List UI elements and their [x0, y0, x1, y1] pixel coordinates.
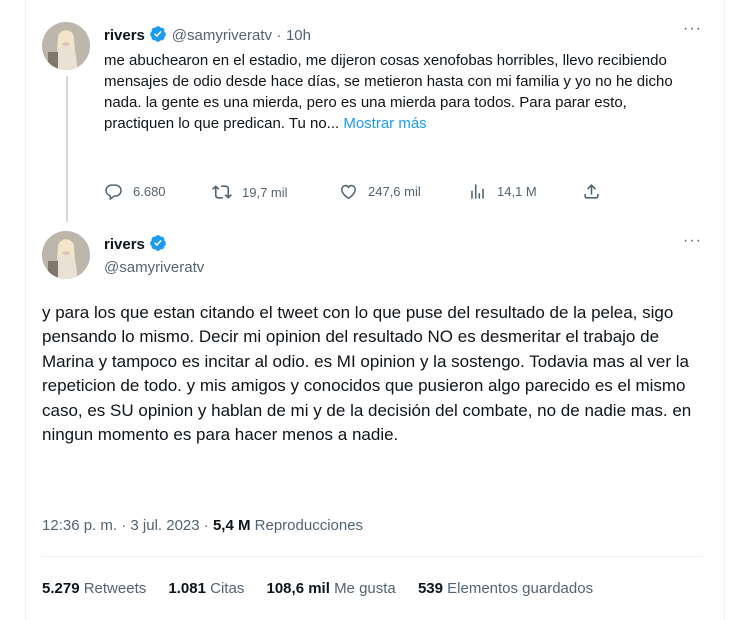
retweets-stat[interactable]: 5.279 Retweets: [42, 580, 146, 597]
views-count: 14,1 M: [497, 184, 537, 199]
avatar[interactable]: [42, 231, 90, 279]
bookmarks-label: Elementos guardados: [447, 580, 594, 597]
display-name[interactable]: rivers: [104, 27, 145, 44]
like-icon: [339, 182, 358, 201]
tweet-time[interactable]: 10h: [286, 27, 311, 44]
like-count: 247,6 mil: [368, 184, 421, 199]
separator: ·: [121, 517, 127, 534]
reply-button[interactable]: 6.680: [104, 182, 166, 201]
quotes-label: Citas: [210, 580, 245, 597]
likes-label: Me gusta: [334, 580, 396, 597]
show-more-link[interactable]: Mostrar más: [343, 115, 426, 132]
bookmarks-count: 539: [417, 580, 443, 597]
tweet-header: rivers @samyriveratv · 10h: [104, 25, 311, 48]
retweets-label: Retweets: [83, 580, 147, 597]
verified-badge-icon: [149, 25, 167, 48]
retweet-button[interactable]: 19,7 mil: [212, 182, 288, 202]
retweet-icon: [212, 182, 232, 202]
user-handle-row: @samyriveratv: [104, 259, 204, 277]
tweet-time[interactable]: 12:36 p. m.: [42, 517, 117, 534]
retweets-count: 5.279: [42, 580, 80, 597]
divider: [42, 556, 702, 557]
like-button[interactable]: 247,6 mil: [339, 182, 421, 201]
separator: ·: [203, 517, 209, 534]
thread-line: [66, 76, 68, 222]
likes-count: 108,6 mil: [266, 580, 330, 597]
retweet-count: 19,7 mil: [242, 184, 288, 200]
share-button[interactable]: [582, 182, 601, 201]
avatar[interactable]: [42, 22, 90, 70]
separator: ·: [276, 27, 282, 44]
likes-stat[interactable]: 108,6 mil Me gusta: [267, 580, 396, 597]
bookmarks-stat[interactable]: 539 Elementos guardados: [418, 580, 593, 597]
views-count: 5,4 M: [212, 517, 251, 534]
more-icon[interactable]: ···: [683, 20, 702, 38]
quotes-stat[interactable]: 1.081 Citas: [168, 580, 244, 597]
tweet-stats: 5.279 Retweets 1.081 Citas 108,6 mil Me …: [42, 580, 611, 597]
display-name[interactable]: rivers: [104, 236, 145, 253]
tweet-actions: 6.680 19,7 mil 247,6 mil 14,1 M: [104, 182, 604, 206]
verified-badge-icon: [149, 234, 167, 257]
reply-icon: [104, 182, 123, 201]
reply-count: 6.680: [133, 184, 166, 199]
user-handle[interactable]: @samyriveratv: [172, 27, 272, 44]
share-icon: [582, 182, 601, 201]
tweet-header: rivers: [104, 234, 167, 257]
quotes-count: 1.081: [168, 580, 206, 597]
tweet-text: me abuchearon en el estadio, me dijeron …: [104, 50, 694, 134]
tweet-text: y para los que estan citando el tweet co…: [42, 303, 692, 445]
views-button[interactable]: 14,1 M: [468, 182, 537, 201]
tweet-date[interactable]: 3 jul. 2023: [130, 517, 199, 534]
tweet-meta: 12:36 p. m. · 3 jul. 2023 · 5,4 M Reprod…: [42, 517, 363, 534]
views-icon: [468, 182, 487, 201]
more-icon[interactable]: ···: [683, 232, 702, 250]
views-label: Reproducciones: [254, 517, 364, 534]
user-handle[interactable]: @samyriveratv: [104, 259, 204, 276]
